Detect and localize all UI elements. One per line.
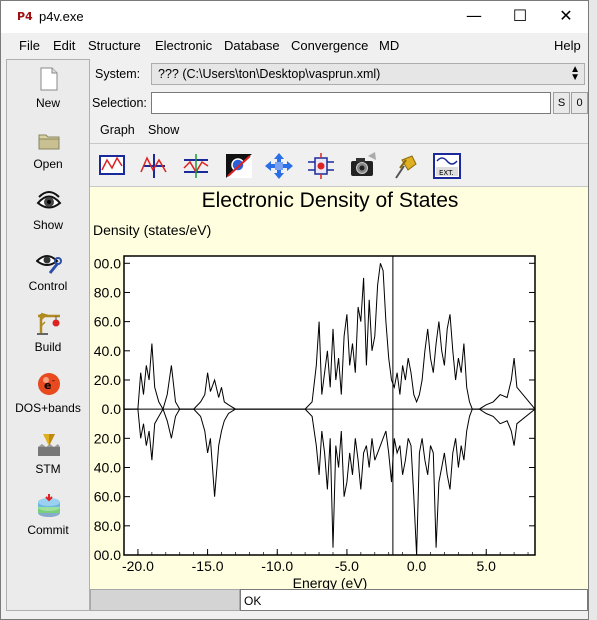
y-tick-label: 20.0 bbox=[94, 430, 121, 446]
y-tick-label: 20.0 bbox=[94, 372, 121, 388]
sidebar-item-open[interactable]: Open bbox=[7, 121, 89, 182]
stm-tip-icon bbox=[38, 434, 60, 456]
status-message: OK bbox=[240, 589, 588, 611]
graph-frame-icon[interactable] bbox=[97, 152, 127, 180]
menu-bar: File Edit Structure Electronic Database … bbox=[1, 34, 588, 58]
camera-icon[interactable] bbox=[348, 152, 378, 180]
folder-icon bbox=[38, 134, 60, 150]
x-tick-label: -10.0 bbox=[261, 558, 293, 574]
sidebar-item-show[interactable]: Show bbox=[7, 182, 89, 243]
pan-arrows-icon[interactable] bbox=[264, 152, 294, 180]
system-label: System: bbox=[95, 67, 141, 81]
menu-edit[interactable]: Edit bbox=[53, 38, 75, 53]
submenu-graph[interactable]: Graph bbox=[100, 123, 135, 137]
sidebar-item-label: Show bbox=[32, 218, 64, 232]
title-bar: P4 p4v.exe — ☐ ✕ bbox=[1, 1, 588, 33]
close-button[interactable]: ✕ bbox=[543, 1, 589, 31]
y-axis-label: Density (states/eV) bbox=[93, 222, 211, 238]
y-tick-label: 60.0 bbox=[94, 489, 121, 505]
slider-icon[interactable] bbox=[306, 152, 336, 180]
window-title: p4v.exe bbox=[39, 9, 84, 24]
electron-icon: e - bbox=[38, 373, 60, 395]
menu-database[interactable]: Database bbox=[224, 38, 280, 53]
sidebar-item-stm[interactable]: STM bbox=[7, 426, 89, 487]
system-combobox[interactable]: ??? (C:\Users\ton\Desktop\vasprun.xml) ▲… bbox=[151, 63, 585, 85]
y-tick-label: 40.0 bbox=[94, 459, 121, 475]
y-tick-label: 80.0 bbox=[94, 518, 121, 534]
x-tick-label: 0.0 bbox=[407, 558, 427, 574]
pin-icon[interactable] bbox=[390, 152, 420, 180]
selection-s-button[interactable]: S bbox=[553, 92, 570, 114]
y-tick-label: 00.0 bbox=[94, 255, 121, 271]
y-tick-label: 0.0 bbox=[102, 401, 122, 417]
status-bar: OK bbox=[90, 589, 588, 611]
menu-md[interactable]: MD bbox=[379, 38, 399, 53]
y-tick-label: 00.0 bbox=[94, 547, 121, 563]
menu-help[interactable]: Help bbox=[554, 38, 581, 53]
sidebar-item-build[interactable]: Build bbox=[7, 304, 89, 365]
zoom-select-icon[interactable] bbox=[224, 152, 254, 180]
x-tick-label: 5.0 bbox=[477, 558, 497, 574]
y-tick-label: 80.0 bbox=[94, 284, 121, 300]
selection-label: Selection: bbox=[92, 96, 147, 110]
export-icon[interactable]: EXT. bbox=[432, 152, 462, 180]
svg-text:-: - bbox=[52, 376, 55, 385]
sidebar-item-dos-bands[interactable]: e - DOS+bands bbox=[7, 365, 89, 426]
sidebar-item-label: STM bbox=[35, 462, 61, 476]
y-tick-label: 60.0 bbox=[94, 314, 121, 330]
x-tick-label: -20.0 bbox=[122, 558, 154, 574]
desktop-background bbox=[589, 0, 597, 620]
sidebar: New Open Show Control Build e - DOS+band… bbox=[6, 59, 90, 611]
shift-curve-icon[interactable] bbox=[181, 152, 211, 180]
sidebar-item-label: DOS+bands bbox=[15, 401, 81, 415]
selection-input[interactable] bbox=[151, 92, 551, 114]
axis-curve-icon[interactable] bbox=[139, 152, 169, 180]
eye-wrench-icon bbox=[36, 255, 62, 274]
plot-frame bbox=[123, 255, 536, 556]
p4v-app-icon: P4 bbox=[17, 10, 33, 23]
combo-updown-icon: ▲ ▼ bbox=[570, 64, 580, 83]
sidebar-item-label: New bbox=[35, 96, 60, 110]
dos-plot-area: Electronic Density of States Density (sta… bbox=[90, 187, 588, 589]
y-tick-label: 40.0 bbox=[94, 343, 121, 359]
selection-zero-button[interactable]: 0 bbox=[571, 92, 588, 114]
menu-convergence[interactable]: Convergence bbox=[291, 38, 368, 53]
x-tick-label: -15.0 bbox=[192, 558, 224, 574]
status-left-panel bbox=[90, 589, 240, 611]
system-value: ??? (C:\Users\ton\Desktop\vasprun.xml) bbox=[158, 67, 381, 81]
export-icon-label: EXT. bbox=[439, 169, 454, 177]
x-axis-label: Energy (eV) bbox=[293, 575, 368, 589]
sidebar-item-label: Commit bbox=[27, 523, 69, 537]
sidebar-item-label: Open bbox=[33, 157, 63, 171]
sidebar-item-new[interactable]: New bbox=[7, 60, 89, 121]
menu-file[interactable]: File bbox=[19, 38, 40, 53]
x-tick-label: -5.0 bbox=[335, 558, 359, 574]
main-panel: System: ??? (C:\Users\ton\Desktop\vaspru… bbox=[90, 59, 588, 611]
database-commit-icon bbox=[38, 494, 60, 517]
sidebar-item-commit[interactable]: Commit bbox=[7, 487, 89, 548]
menu-structure[interactable]: Structure bbox=[88, 38, 141, 53]
minimize-button[interactable]: — bbox=[451, 1, 497, 31]
eye-icon bbox=[36, 191, 62, 209]
chart-title: Electronic Density of States bbox=[202, 189, 459, 212]
app-window: P4 p4v.exe — ☐ ✕ File Edit Structure Ele… bbox=[0, 0, 589, 620]
sidebar-item-label: Control bbox=[28, 279, 68, 293]
new-document-icon bbox=[40, 67, 58, 91]
svg-text:e: e bbox=[44, 379, 51, 392]
maximize-button[interactable]: ☐ bbox=[497, 1, 543, 31]
dos-chart[interactable]: Electronic Density of States Density (sta… bbox=[90, 187, 588, 589]
graph-submenu: Graph Show bbox=[90, 119, 588, 141]
sidebar-item-label: Build bbox=[34, 340, 62, 354]
submenu-show[interactable]: Show bbox=[148, 123, 179, 137]
crane-icon bbox=[37, 312, 60, 335]
graph-toolbar: EXT. bbox=[90, 143, 588, 187]
sidebar-item-control[interactable]: Control bbox=[7, 243, 89, 304]
menu-electronic[interactable]: Electronic bbox=[155, 38, 212, 53]
